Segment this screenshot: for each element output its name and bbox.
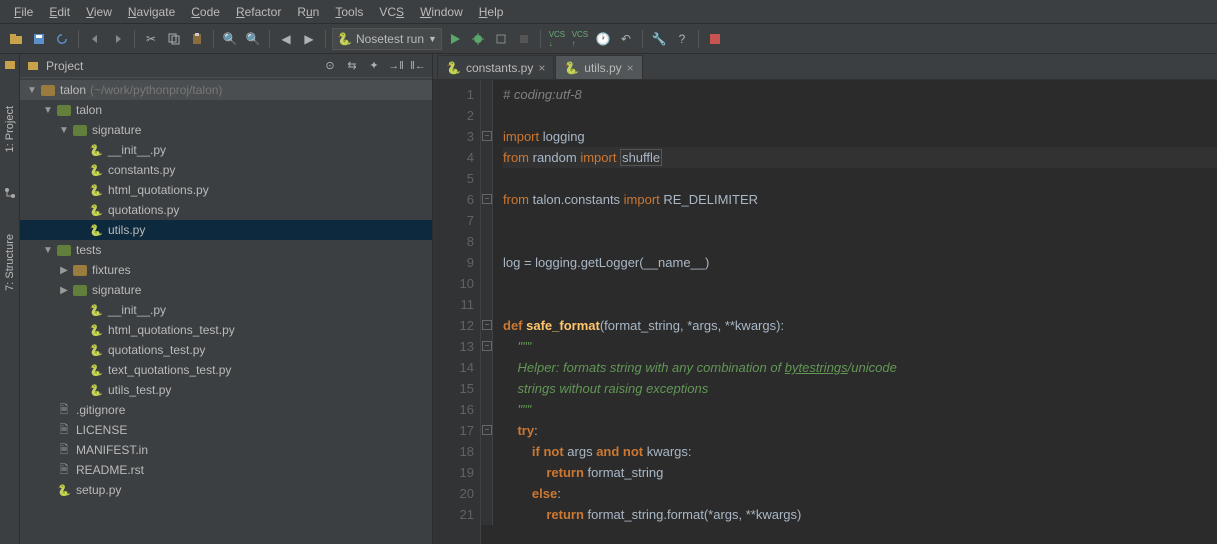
tree-node[interactable]: 🐍constants.py — [20, 160, 432, 180]
python-icon: 🐍 — [337, 32, 352, 46]
tree-node[interactable]: 🗎LICENSE — [20, 420, 432, 440]
tree-node[interactable]: 🐍quotations_test.py — [20, 340, 432, 360]
tree-node[interactable]: 🐍utils.py — [20, 220, 432, 240]
tree-node[interactable]: 🐍utils_test.py — [20, 380, 432, 400]
coverage-icon[interactable] — [491, 29, 511, 49]
settings-icon[interactable]: 🔧 — [649, 29, 669, 49]
code-editor[interactable]: # coding:utf-8 import loggingfrom random… — [493, 80, 1217, 544]
tree-node[interactable]: ▼tests — [20, 240, 432, 260]
tree-node[interactable]: ▼talon (~/work/pythonproj/talon) — [20, 80, 432, 100]
dropdown-icon: ▼ — [428, 34, 437, 44]
tree-node[interactable]: 🐍__init__.py — [20, 300, 432, 320]
menu-edit[interactable]: Edit — [41, 3, 78, 21]
python-file-icon: 🐍 — [446, 61, 461, 75]
hide-icon[interactable]: ‖← — [410, 58, 426, 74]
run-config-label: Nosetest run — [356, 32, 424, 46]
menu-navigate[interactable]: Navigate — [120, 3, 183, 21]
fold-marker[interactable]: − — [482, 131, 492, 141]
back-icon[interactable]: ◀ — [276, 29, 296, 49]
vcs-history-icon[interactable]: 🕐 — [593, 29, 613, 49]
toolbar: ✂ 🔍 🔍 ◀ ▶ 🐍 Nosetest run ▼ VCS↓ VCS↑ 🕐 ↶… — [0, 24, 1217, 54]
editor-tab[interactable]: 🐍utils.py× — [555, 55, 642, 79]
menu-tools[interactable]: Tools — [327, 3, 371, 21]
fold-marker[interactable]: − — [482, 341, 492, 351]
tree-node[interactable]: 🗎.gitignore — [20, 400, 432, 420]
project-sidebar: Project ⊙ ⇆ ✦ →‖ ‖← ▼talon (~/work/pytho… — [20, 54, 433, 544]
menu-window[interactable]: Window — [412, 3, 471, 21]
fold-marker[interactable]: − — [482, 425, 492, 435]
vcs-update-icon[interactable]: VCS↓ — [547, 29, 567, 49]
ide-icon[interactable] — [705, 29, 725, 49]
find-icon[interactable]: 🔍 — [220, 29, 240, 49]
tree-node[interactable]: 🗎MANIFEST.in — [20, 440, 432, 460]
tree-node[interactable]: ▼talon — [20, 100, 432, 120]
scroll-from-source-icon[interactable]: ⊙ — [322, 58, 338, 74]
editor-tabs: 🐍constants.py×🐍utils.py× — [433, 54, 1217, 80]
vcs-commit-icon[interactable]: VCS↑ — [570, 29, 590, 49]
undo-icon[interactable] — [85, 29, 105, 49]
project-tree[interactable]: ▼talon (~/work/pythonproj/talon)▼talon▼s… — [20, 78, 432, 544]
toolwindow-tab-structure[interactable]: 7: Structure — [4, 230, 16, 295]
tree-node[interactable]: ▶signature — [20, 280, 432, 300]
tree-node[interactable]: 🐍setup.py — [20, 480, 432, 500]
autoscroll-icon[interactable]: →‖ — [388, 58, 404, 74]
tree-node[interactable]: 🗎README.rst — [20, 460, 432, 480]
run-icon[interactable] — [445, 29, 465, 49]
menu-vcs[interactable]: VCS — [371, 3, 412, 21]
redo-icon[interactable] — [108, 29, 128, 49]
help-icon[interactable]: ? — [672, 29, 692, 49]
menu-view[interactable]: View — [78, 3, 120, 21]
stop-icon[interactable] — [514, 29, 534, 49]
cut-icon[interactable]: ✂ — [141, 29, 161, 49]
refresh-icon[interactable] — [52, 29, 72, 49]
toolwindow-structure-icon[interactable] — [3, 186, 17, 200]
tree-node[interactable]: 🐍__init__.py — [20, 140, 432, 160]
python-file-icon: 🐍 — [564, 61, 579, 75]
paste-icon[interactable] — [187, 29, 207, 49]
run-config-select[interactable]: 🐍 Nosetest run ▼ — [332, 28, 442, 50]
forward-icon[interactable]: ▶ — [299, 29, 319, 49]
project-header: Project ⊙ ⇆ ✦ →‖ ‖← — [20, 54, 432, 78]
fold-gutter[interactable]: − − − − − — [481, 80, 493, 525]
tree-node[interactable]: ▼signature — [20, 120, 432, 140]
close-icon[interactable]: × — [538, 61, 545, 75]
gear-icon[interactable]: ✦ — [366, 58, 382, 74]
tree-node[interactable]: 🐍text_quotations_test.py — [20, 360, 432, 380]
menu-run[interactable]: Run — [289, 3, 327, 21]
line-gutter[interactable]: 123456789101112131415161718192021 — [433, 80, 481, 544]
menu-code[interactable]: Code — [183, 3, 228, 21]
tree-node[interactable]: 🐍quotations.py — [20, 200, 432, 220]
tool-window-strip: 1: Project 7: Structure — [0, 54, 20, 544]
editor-area: 🐍constants.py×🐍utils.py× 123456789101112… — [433, 54, 1217, 544]
project-header-icon — [26, 59, 40, 73]
tree-node[interactable]: 🐍html_quotations.py — [20, 180, 432, 200]
menubar: FileEditViewNavigateCodeRefactorRunTools… — [0, 0, 1217, 24]
fold-marker[interactable]: − — [482, 194, 492, 204]
copy-icon[interactable] — [164, 29, 184, 49]
vcs-revert-icon[interactable]: ↶ — [616, 29, 636, 49]
tree-node[interactable]: ▶fixtures — [20, 260, 432, 280]
save-icon[interactable] — [29, 29, 49, 49]
close-icon[interactable]: × — [627, 61, 634, 75]
toolwindow-project-icon[interactable] — [3, 58, 17, 72]
menu-refactor[interactable]: Refactor — [228, 3, 289, 21]
editor-tab[interactable]: 🐍constants.py× — [437, 55, 554, 79]
tree-node[interactable]: 🐍html_quotations_test.py — [20, 320, 432, 340]
fold-marker[interactable]: − — [482, 320, 492, 330]
replace-icon[interactable]: 🔍 — [243, 29, 263, 49]
toolwindow-tab-project[interactable]: 1: Project — [4, 102, 16, 156]
open-icon[interactable] — [6, 29, 26, 49]
debug-icon[interactable] — [468, 29, 488, 49]
menu-file[interactable]: File — [6, 3, 41, 21]
collapse-icon[interactable]: ⇆ — [344, 58, 360, 74]
menu-help[interactable]: Help — [471, 3, 512, 21]
project-title: Project — [46, 59, 316, 73]
